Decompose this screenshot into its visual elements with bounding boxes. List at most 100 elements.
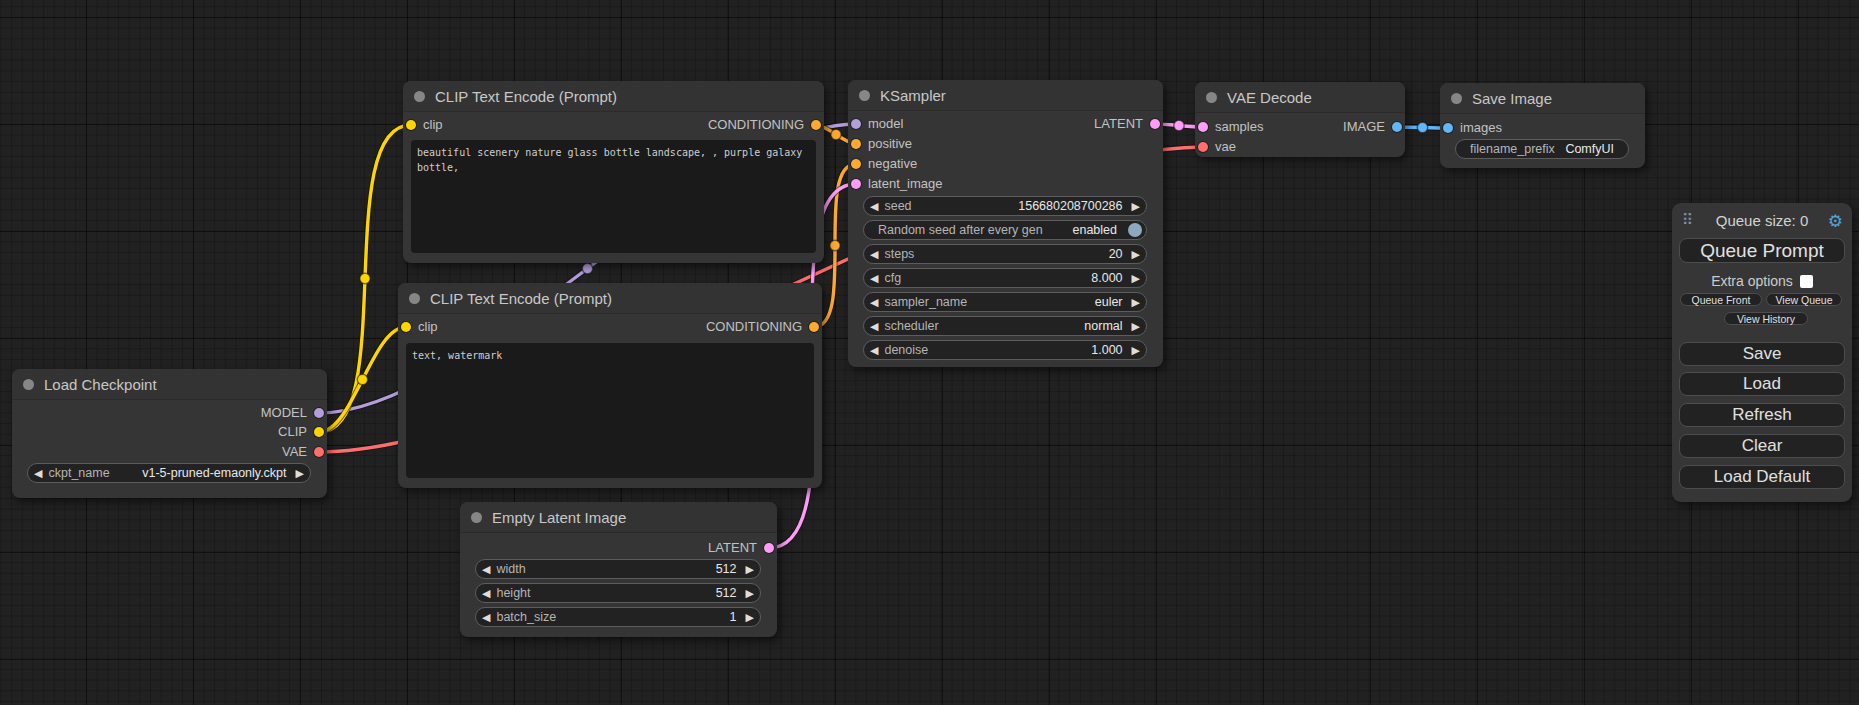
clear-button[interactable]: Clear (1679, 434, 1845, 458)
output-slot-dot[interactable] (314, 447, 324, 457)
vae_decode-input-vae: vae (1195, 137, 1405, 157)
clip_negative-prompt-textarea[interactable] (406, 343, 814, 478)
increment-arrow-icon[interactable]: ▶ (1126, 340, 1146, 360)
input-slot-label: latent_image (868, 174, 942, 194)
collapse-dot[interactable] (414, 91, 425, 102)
link-clip-pos-midpoint-dot[interactable] (360, 273, 370, 283)
node-title: CLIP Text Encode (Prompt) (403, 81, 824, 112)
node-title-text: VAE Decode (1227, 89, 1312, 106)
node-title: Empty Latent Image (460, 502, 777, 533)
output-slot-dot[interactable] (1392, 122, 1402, 132)
increment-arrow-icon[interactable]: ▶ (740, 583, 760, 603)
ksampler-widget-scheduler[interactable]: ◀schedulernormal▶ (863, 316, 1147, 336)
output-slot-dot[interactable] (811, 120, 821, 130)
node-vae_decode[interactable]: VAE DecodesamplesvaeIMAGE (1195, 82, 1405, 157)
increment-arrow-icon[interactable]: ▶ (1126, 268, 1146, 288)
increment-arrow-icon[interactable]: ▶ (290, 463, 310, 483)
decrement-arrow-icon[interactable]: ◀ (476, 607, 496, 627)
refresh-button[interactable]: Refresh (1679, 403, 1845, 427)
widget-value: 1.000 (1091, 343, 1125, 357)
link-clip-neg-midpoint-dot[interactable] (357, 374, 367, 384)
empty_latent-widget-width[interactable]: ◀width512▶ (475, 559, 761, 579)
view-queue-button[interactable]: View Queue (1766, 293, 1842, 306)
ksampler-widget-steps[interactable]: ◀steps20▶ (863, 244, 1147, 264)
node-title-text: Empty Latent Image (492, 509, 626, 526)
output-slot-dot[interactable] (1150, 119, 1160, 129)
link-samples-midpoint-dot[interactable] (1174, 120, 1184, 130)
output-slot-dot[interactable] (314, 408, 324, 418)
empty_latent-widget-batch_size[interactable]: ◀batch_size1▶ (475, 607, 761, 627)
output-slot-dot[interactable] (809, 322, 819, 332)
queue-front-button[interactable]: Queue Front (1680, 293, 1762, 306)
collapse-dot[interactable] (471, 512, 482, 523)
input-slot-dot[interactable] (1443, 123, 1453, 133)
widget-value: 512 (716, 586, 740, 600)
increment-arrow-icon[interactable]: ▶ (740, 559, 760, 579)
input-slot-dot[interactable] (851, 159, 861, 169)
ksampler-output-LATENT: LATENT (848, 114, 1163, 134)
load_checkpoint-widget-ckpt_name[interactable]: ◀ckpt_namev1-5-pruned-emaonly.ckpt▶ (27, 463, 311, 483)
load-default-button[interactable]: Load Default (1679, 465, 1845, 489)
ksampler-widget-random-seed-after-every-gen[interactable]: Random seed after every genenabled (863, 220, 1147, 240)
ksampler-input-latent_image: latent_image (848, 174, 1163, 194)
output-slot-label: CLIP (278, 422, 307, 442)
collapse-dot[interactable] (1206, 92, 1217, 103)
extra-options-row: Extra options (1672, 273, 1852, 289)
queue-prompt-button[interactable]: Queue Prompt (1679, 238, 1845, 263)
increment-arrow-icon[interactable]: ▶ (1126, 244, 1146, 264)
clip_positive-prompt-textarea[interactable] (411, 140, 816, 253)
node-ksampler[interactable]: KSamplermodelpositivenegativelatent_imag… (848, 80, 1163, 367)
widget-label: denoise (884, 343, 928, 357)
empty_latent-widget-height[interactable]: ◀height512▶ (475, 583, 761, 603)
node-load_checkpoint[interactable]: Load CheckpointMODELCLIPVAE◀ckpt_namev1-… (12, 369, 327, 498)
widget-value: normal (1084, 319, 1125, 333)
extra-options-checkbox[interactable] (1800, 275, 1813, 288)
increment-arrow-icon[interactable]: ▶ (1126, 196, 1146, 216)
decrement-arrow-icon[interactable]: ◀ (476, 559, 496, 579)
increment-arrow-icon[interactable]: ▶ (740, 607, 760, 627)
decrement-arrow-icon[interactable]: ◀ (864, 268, 884, 288)
input-slot-dot[interactable] (851, 139, 861, 149)
node-clip_negative[interactable]: CLIP Text Encode (Prompt)clipCONDITIONIN… (398, 283, 822, 488)
link-image-midpoint-dot[interactable] (1417, 122, 1427, 132)
collapse-dot[interactable] (859, 90, 870, 101)
save-button[interactable]: Save (1679, 342, 1845, 366)
graph-canvas[interactable]: Load CheckpointMODELCLIPVAE◀ckpt_namev1-… (0, 0, 1859, 705)
settings-gear-icon[interactable]: ⚙ (1828, 211, 1843, 231)
link-model-midpoint-dot[interactable] (582, 263, 592, 273)
collapse-dot[interactable] (23, 379, 34, 390)
toggle-knob[interactable] (1128, 223, 1142, 237)
decrement-arrow-icon[interactable]: ◀ (864, 316, 884, 336)
output-slot-label: LATENT (1094, 114, 1143, 134)
widget-label: cfg (884, 271, 901, 285)
collapse-dot[interactable] (409, 293, 420, 304)
ksampler-widget-cfg[interactable]: ◀cfg8.000▶ (863, 268, 1147, 288)
decrement-arrow-icon[interactable]: ◀ (864, 340, 884, 360)
decrement-arrow-icon[interactable]: ◀ (864, 292, 884, 312)
load-button[interactable]: Load (1679, 372, 1845, 396)
output-slot-label: VAE (282, 442, 307, 462)
increment-arrow-icon[interactable]: ▶ (1126, 316, 1146, 336)
ksampler-widget-sampler_name[interactable]: ◀sampler_nameeuler▶ (863, 292, 1147, 312)
decrement-arrow-icon[interactable]: ◀ (476, 583, 496, 603)
decrement-arrow-icon[interactable]: ◀ (28, 463, 48, 483)
widget-value: v1-5-pruned-emaonly.ckpt (142, 466, 289, 480)
link-negative-midpoint-dot[interactable] (830, 240, 840, 250)
ksampler-widget-denoise[interactable]: ◀denoise 1.000▶ (863, 340, 1147, 360)
decrement-arrow-icon[interactable]: ◀ (864, 196, 884, 216)
node-empty_latent[interactable]: Empty Latent ImageLATENT◀width512▶◀heigh… (460, 502, 777, 637)
output-slot-label: CONDITIONING (706, 317, 802, 337)
link-positive-midpoint-dot[interactable] (831, 129, 841, 139)
output-slot-dot[interactable] (314, 427, 324, 437)
save_image-widget-filename_prefix[interactable]: filename_prefixComfyUI (1455, 139, 1629, 159)
input-slot-dot[interactable] (851, 179, 861, 189)
output-slot-dot[interactable] (764, 543, 774, 553)
increment-arrow-icon[interactable]: ▶ (1126, 292, 1146, 312)
collapse-dot[interactable] (1451, 93, 1462, 104)
input-slot-dot[interactable] (1198, 142, 1208, 152)
ksampler-widget-seed[interactable]: ◀seed156680208700286▶ (863, 196, 1147, 216)
node-save_image[interactable]: Save Imageimagesfilename_prefixComfyUI (1440, 83, 1645, 168)
decrement-arrow-icon[interactable]: ◀ (864, 244, 884, 264)
view-history-button[interactable]: View History (1724, 312, 1808, 325)
node-clip_positive[interactable]: CLIP Text Encode (Prompt)clipCONDITIONIN… (403, 81, 824, 263)
